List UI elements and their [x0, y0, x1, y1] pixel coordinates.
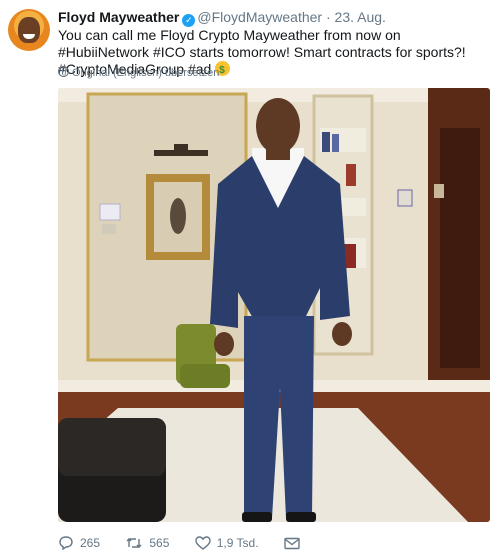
right-shoe — [286, 512, 316, 522]
reply-button[interactable]: 265 — [58, 536, 100, 550]
hashtag-link[interactable]: #HubiiNetwork — [58, 44, 149, 60]
tweet-text-part: starts tomorrow! Smart contracts for spo… — [185, 44, 466, 60]
header-separator: · — [325, 9, 331, 25]
picture-lamp-mount — [174, 144, 188, 152]
author-name[interactable]: Floyd Mayweather — [58, 9, 179, 25]
wall-outlet — [102, 224, 116, 234]
like-count: 1,9 Tsd. — [216, 536, 259, 550]
like-button[interactable]: 1,9 Tsd. — [195, 536, 259, 550]
avatar-face — [18, 17, 40, 43]
message-button[interactable] — [284, 537, 306, 550]
book — [322, 132, 330, 152]
heart-icon — [195, 536, 211, 550]
profile-avatar[interactable] — [8, 9, 50, 51]
head — [256, 98, 300, 154]
envelope-icon — [284, 537, 300, 550]
reply-icon — [59, 536, 73, 550]
right-hand — [332, 322, 352, 346]
photo-scene — [58, 88, 490, 522]
globe-icon — [58, 66, 69, 77]
retweet-icon — [126, 538, 142, 548]
author-handle[interactable]: @FloydMayweather — [197, 9, 322, 25]
left-shoe — [242, 512, 272, 522]
door-panel — [440, 128, 480, 368]
tweet-header: Floyd Mayweather ✓ @FloydMayweather · 23. … — [58, 9, 386, 27]
book — [346, 164, 356, 186]
retweet-count: 565 — [149, 536, 170, 550]
tweet-actions: 265 565 1,9 Tsd. — [58, 536, 328, 553]
tweet-text-part: You can call me Floyd Crypto Mayweather … — [58, 27, 401, 43]
door-handle — [434, 184, 444, 198]
hashtag-link[interactable]: #ICO — [153, 44, 186, 60]
retweet-button[interactable]: 565 — [125, 536, 169, 550]
translate-label: Original (Englisch) übersetzen — [72, 67, 220, 79]
neck — [266, 148, 290, 160]
reply-count: 265 — [80, 536, 101, 550]
verified-badge-icon: ✓ — [182, 14, 196, 27]
painting-figure — [170, 198, 186, 234]
ottoman-top — [58, 418, 166, 476]
book — [332, 134, 339, 152]
light-switch — [99, 203, 121, 221]
tweet-date[interactable]: 23. Aug. — [335, 9, 386, 25]
tweet-photo[interactable] — [58, 88, 490, 522]
wall-keypad — [397, 189, 413, 207]
left-hand — [214, 332, 234, 356]
green-chair-seat — [180, 364, 230, 388]
translate-link[interactable]: Original (Englisch) übersetzen — [58, 66, 219, 80]
